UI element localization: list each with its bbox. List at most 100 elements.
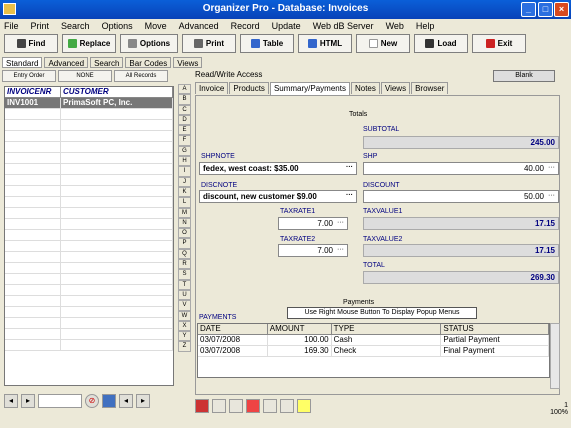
shpnote-field[interactable]: fedex, west coast: $35.00 ··· bbox=[199, 162, 357, 175]
table-button[interactable]: Table bbox=[240, 34, 294, 53]
back-icon[interactable]: ◂ bbox=[119, 394, 133, 408]
stop-icon[interactable]: ⊘ bbox=[85, 394, 99, 408]
alpha-n[interactable]: N bbox=[178, 217, 191, 229]
tab-advanced[interactable]: Advanced bbox=[44, 57, 89, 68]
tab-notes[interactable]: Notes bbox=[350, 82, 380, 94]
payments-scrollbar[interactable] bbox=[550, 323, 560, 389]
menu-print[interactable]: Print bbox=[31, 21, 50, 31]
tab-summary-payments[interactable]: Summary/Payments bbox=[269, 82, 350, 95]
print-icon[interactable] bbox=[212, 399, 226, 413]
new-button[interactable]: New bbox=[356, 34, 410, 53]
alpha-b[interactable]: B bbox=[178, 94, 191, 105]
alpha-v[interactable]: V bbox=[178, 300, 191, 311]
exit-button[interactable]: Exit bbox=[472, 34, 526, 53]
html-button[interactable]: HTML bbox=[298, 34, 352, 53]
next-icon[interactable]: ▸ bbox=[21, 394, 35, 408]
alpha-r[interactable]: R bbox=[178, 259, 191, 270]
records-grid[interactable]: INVOICENR CUSTOMER INV1001 PrimaSoft PC,… bbox=[4, 86, 174, 386]
tab-standard[interactable]: Standard bbox=[2, 57, 43, 68]
alpha-o[interactable]: O bbox=[178, 228, 191, 239]
delete-icon[interactable] bbox=[229, 399, 243, 413]
alpha-f[interactable]: F bbox=[178, 135, 191, 146]
prev-icon[interactable]: ◂ bbox=[4, 394, 18, 408]
menu-help[interactable]: Help bbox=[416, 21, 435, 31]
table-row[interactable]: 03/07/2008 100.00 Cash Partial Payment bbox=[198, 335, 549, 346]
discount-field[interactable]: 50.00 ··· bbox=[363, 190, 559, 203]
discnote-field[interactable]: discount, new customer $9.00 ··· bbox=[199, 190, 357, 203]
shp-field[interactable]: 40.00 ··· bbox=[363, 162, 559, 175]
col-customer[interactable]: CUSTOMER bbox=[61, 87, 173, 97]
all-records-button[interactable]: All Records bbox=[114, 70, 168, 82]
maximize-button[interactable]: □ bbox=[538, 2, 553, 17]
alpha-u[interactable]: U bbox=[178, 289, 191, 301]
edit-icon[interactable] bbox=[263, 399, 277, 413]
menu-advanced[interactable]: Advanced bbox=[179, 21, 219, 31]
alpha-t[interactable]: T bbox=[178, 279, 191, 290]
alpha-w[interactable]: W bbox=[178, 310, 191, 321]
alpha-a[interactable]: A bbox=[178, 84, 191, 95]
alpha-h[interactable]: H bbox=[178, 156, 191, 167]
alpha-j[interactable]: J bbox=[178, 176, 191, 187]
close-button[interactable]: × bbox=[554, 2, 569, 17]
stop-icon[interactable] bbox=[246, 399, 260, 413]
menu-file[interactable]: File bbox=[4, 21, 19, 31]
payments-table[interactable]: DATE AMOUNT TYPE STATUS 03/07/2008 100.0… bbox=[197, 323, 550, 378]
table-row[interactable]: INV1001 PrimaSoft PC, Inc. bbox=[5, 98, 173, 109]
none-button[interactable]: NONE bbox=[58, 70, 112, 82]
forward-icon[interactable]: ▸ bbox=[136, 394, 150, 408]
alpha-c[interactable]: C bbox=[178, 104, 191, 115]
tab-views-right[interactable]: Views bbox=[380, 82, 411, 94]
col-amount[interactable]: AMOUNT bbox=[268, 324, 332, 334]
find-button[interactable]: Find bbox=[4, 34, 58, 53]
alpha-z[interactable]: Z bbox=[178, 341, 191, 352]
load-button[interactable]: Load bbox=[414, 34, 468, 53]
alpha-p[interactable]: P bbox=[178, 238, 191, 249]
minimize-button[interactable]: _ bbox=[521, 2, 536, 17]
blank-button[interactable]: Blank bbox=[493, 70, 555, 82]
menu-record[interactable]: Record bbox=[231, 21, 260, 31]
print-button[interactable]: Print bbox=[182, 34, 236, 53]
alpha-g[interactable]: G bbox=[178, 145, 191, 157]
dropdown-icon[interactable]: ··· bbox=[335, 219, 346, 228]
copy-icon[interactable] bbox=[280, 399, 294, 413]
col-type[interactable]: TYPE bbox=[332, 324, 442, 334]
taxrate2-field[interactable]: 7.00 ··· bbox=[278, 244, 348, 257]
replace-button[interactable]: Replace bbox=[62, 34, 116, 53]
menu-search[interactable]: Search bbox=[61, 21, 90, 31]
taxrate1-field[interactable]: 7.00 ··· bbox=[278, 217, 348, 230]
menu-web[interactable]: Web bbox=[386, 21, 404, 31]
tab-views[interactable]: Views bbox=[173, 57, 203, 68]
col-invoicenr[interactable]: INVOICENR bbox=[5, 87, 61, 97]
dropdown-icon[interactable]: ··· bbox=[335, 246, 346, 255]
dropdown-icon[interactable]: ··· bbox=[344, 164, 355, 173]
menu-update[interactable]: Update bbox=[272, 21, 301, 31]
arrow-icon[interactable] bbox=[195, 399, 209, 413]
tab-products[interactable]: Products bbox=[229, 82, 269, 94]
alpha-q[interactable]: Q bbox=[178, 248, 191, 260]
alpha-m[interactable]: M bbox=[178, 207, 191, 218]
record-input[interactable] bbox=[38, 394, 82, 408]
entry-order-button[interactable]: Entry Order bbox=[2, 70, 56, 82]
menu-options[interactable]: Options bbox=[102, 21, 133, 31]
tab-invoice[interactable]: Invoice bbox=[195, 82, 229, 94]
alpha-x[interactable]: X bbox=[178, 320, 191, 332]
bulb-icon[interactable] bbox=[297, 399, 311, 413]
alpha-k[interactable]: K bbox=[178, 186, 191, 198]
dropdown-icon[interactable]: ··· bbox=[546, 164, 557, 173]
dropdown-icon[interactable]: ··· bbox=[344, 192, 355, 201]
col-status[interactable]: STATUS bbox=[441, 324, 549, 334]
alpha-y[interactable]: Y bbox=[178, 331, 191, 342]
alpha-l[interactable]: L bbox=[178, 197, 191, 208]
alpha-e[interactable]: E bbox=[178, 125, 191, 136]
dropdown-icon[interactable]: ··· bbox=[546, 192, 557, 201]
tab-browser[interactable]: Browser bbox=[411, 82, 449, 94]
col-date[interactable]: DATE bbox=[198, 324, 268, 334]
table-row[interactable]: 03/07/2008 169.30 Check Final Payment bbox=[198, 346, 549, 357]
alpha-s[interactable]: S bbox=[178, 269, 191, 280]
colors-icon[interactable] bbox=[102, 394, 116, 408]
tab-search[interactable]: Search bbox=[90, 57, 124, 68]
alpha-i[interactable]: I bbox=[178, 166, 191, 177]
menu-move[interactable]: Move bbox=[145, 21, 167, 31]
menu-web-db-server[interactable]: Web dB Server bbox=[313, 21, 374, 31]
alpha-d[interactable]: D bbox=[178, 114, 191, 126]
